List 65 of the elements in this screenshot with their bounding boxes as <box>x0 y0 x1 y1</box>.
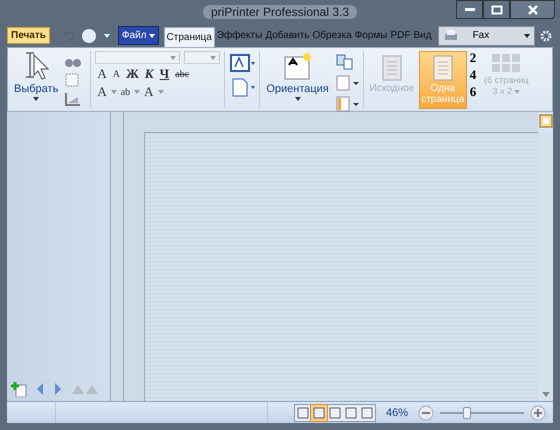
caret-icon <box>294 97 301 101</box>
text-style-icon[interactable] <box>229 53 256 73</box>
format-button[interactable]: A <box>95 66 109 82</box>
printer-dropdown[interactable]: Fax <box>438 26 535 46</box>
page-count-button[interactable]: 2 <box>470 51 476 65</box>
view-mode-button[interactable] <box>343 404 359 420</box>
orientation-button[interactable]: Ориентация <box>264 51 331 101</box>
format-button[interactable]: abc <box>173 68 192 80</box>
format-button[interactable]: A <box>142 84 156 100</box>
caret-icon <box>134 90 140 94</box>
page-count-button[interactable]: 6 <box>470 85 476 99</box>
page-thumbnail-icon[interactable] <box>538 114 552 128</box>
caret-icon <box>170 56 176 60</box>
zoom-out-icon[interactable] <box>418 404 434 420</box>
caret-icon <box>110 90 117 94</box>
previous-icon[interactable] <box>35 382 45 396</box>
format-button[interactable]: ab <box>118 86 132 98</box>
page-icon[interactable] <box>334 95 359 113</box>
page-orientation-icon <box>282 51 313 81</box>
next-icon[interactable] <box>53 382 63 396</box>
caret-icon <box>514 90 520 94</box>
caret-icon <box>148 34 155 38</box>
minimize-button[interactable] <box>456 0 483 19</box>
close-button[interactable] <box>510 0 555 19</box>
format-button[interactable]: К <box>142 66 156 82</box>
view-mode-button[interactable] <box>295 404 311 420</box>
format-button[interactable]: A <box>110 68 122 80</box>
caret-icon <box>524 34 530 38</box>
dropdown-arrow-icon[interactable] <box>104 32 110 38</box>
settings-icon[interactable] <box>539 28 553 42</box>
rotate-pages-icon[interactable] <box>334 53 355 71</box>
page-grid-icon <box>491 53 522 75</box>
format-button[interactable]: A <box>95 84 109 100</box>
page-count-button[interactable]: 4 <box>470 68 476 82</box>
window-title: priPrinter Professional 3.3 <box>202 5 358 19</box>
close-icon <box>526 4 538 14</box>
slider-thumb[interactable] <box>462 406 471 418</box>
zoom-percentage: 46% <box>386 406 408 418</box>
page-icon <box>328 406 342 418</box>
font-size-dropdown[interactable] <box>184 51 220 64</box>
maximize-button[interactable] <box>483 0 510 19</box>
view-mode-button[interactable] <box>327 404 343 420</box>
view-mode-button[interactable] <box>359 404 375 420</box>
page-icon[interactable] <box>334 74 359 92</box>
page-icon <box>344 406 358 418</box>
zoom-in-icon[interactable] <box>530 404 546 420</box>
scrollbar[interactable] <box>538 112 553 401</box>
print-button[interactable]: Печать <box>7 27 50 44</box>
format-button[interactable]: Ж <box>124 66 141 82</box>
maximize-icon <box>490 4 502 14</box>
ribbon-tab[interactable]: Страница <box>164 27 215 47</box>
select-button[interactable]: Выбрать <box>12 51 60 101</box>
file-menu[interactable]: Файл <box>118 26 159 45</box>
scroll-down-icon[interactable] <box>542 392 550 397</box>
page-icon <box>312 406 326 418</box>
circle-icon[interactable] <box>80 28 97 44</box>
page-icon[interactable] <box>64 72 80 88</box>
caret-icon <box>210 56 216 60</box>
printer-icon <box>442 28 459 42</box>
view-mode-button[interactable] <box>311 404 327 420</box>
caret-icon <box>33 97 40 101</box>
format-button[interactable]: Ч <box>158 66 172 82</box>
add-page-icon[interactable] <box>11 381 27 397</box>
minimize-icon <box>464 8 474 11</box>
caret-icon <box>158 90 164 94</box>
